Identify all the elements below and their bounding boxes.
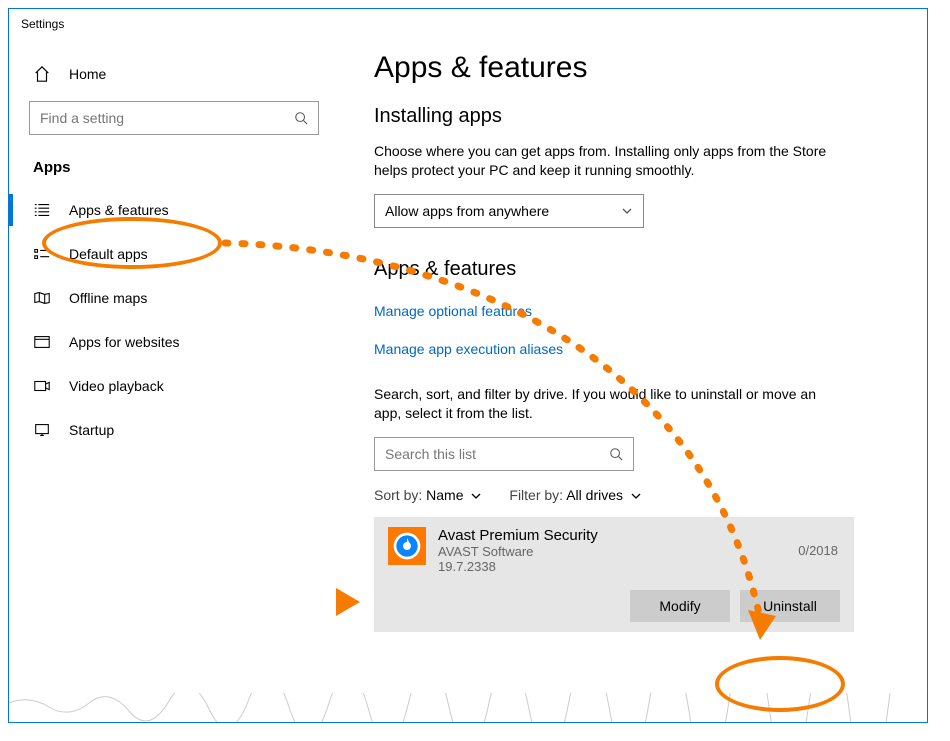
uninstall-button[interactable]: Uninstall <box>740 590 840 622</box>
defaults-icon <box>33 246 51 262</box>
nav-home-label: Home <box>69 66 106 82</box>
app-install-date: 0/2018 <box>798 543 838 558</box>
installing-heading: Installing apps <box>374 105 897 128</box>
app-icon <box>388 527 426 565</box>
app-list-search-input[interactable] <box>385 446 609 462</box>
features-heading: Apps & features <box>374 258 897 281</box>
search-icon <box>294 111 308 125</box>
settings-window: Settings Home Apps Apps & feature <box>8 8 928 723</box>
sidebar-item-video-playback[interactable]: Video playback <box>29 364 334 408</box>
sidebar-item-default-apps[interactable]: Default apps <box>29 232 334 276</box>
installing-desc: Choose where you can get apps from. Inst… <box>374 142 834 180</box>
filter-control[interactable]: Filter by: All drives <box>509 487 641 503</box>
sidebar-item-label: Offline maps <box>69 290 147 306</box>
sidebar-item-apps-websites[interactable]: Apps for websites <box>29 320 334 364</box>
main-panel: Apps & features Installing apps Choose w… <box>334 41 927 722</box>
sidebar-item-label: Apps & features <box>69 202 169 218</box>
features-desc: Search, sort, and filter by drive. If yo… <box>374 385 834 423</box>
app-list-item[interactable]: Avast Premium Security AVAST Software 19… <box>374 517 854 632</box>
startup-icon <box>33 422 51 438</box>
list-icon <box>33 202 51 218</box>
sidebar-item-offline-maps[interactable]: Offline maps <box>29 276 334 320</box>
sidebar: Home Apps Apps & features Default apps <box>9 41 334 722</box>
install-source-dropdown[interactable]: Allow apps from anywhere <box>374 194 644 228</box>
modify-button[interactable]: Modify <box>630 590 730 622</box>
sidebar-item-label: Apps for websites <box>69 334 180 350</box>
window-title: Settings <box>9 9 927 41</box>
sidebar-item-label: Default apps <box>69 246 148 262</box>
dropdown-value: Allow apps from anywhere <box>385 203 549 219</box>
app-name: Avast Premium Security <box>438 527 840 544</box>
sort-control[interactable]: Sort by: Name <box>374 487 481 503</box>
chevron-down-icon <box>621 207 633 215</box>
search-icon <box>609 447 623 461</box>
link-execution-aliases[interactable]: Manage app execution aliases <box>374 341 563 357</box>
link-optional-features[interactable]: Manage optional features <box>374 303 532 319</box>
page-title: Apps & features <box>374 51 897 85</box>
sidebar-item-label: Video playback <box>69 378 164 394</box>
app-version: 19.7.2338 <box>438 559 840 574</box>
sidebar-item-startup[interactable]: Startup <box>29 408 334 452</box>
sidebar-item-apps-features[interactable]: Apps & features <box>29 188 334 232</box>
nav-home[interactable]: Home <box>29 51 334 97</box>
chevron-down-icon <box>471 493 481 500</box>
home-icon <box>33 65 51 83</box>
video-icon <box>33 378 51 394</box>
sort-filter-row: Sort by: Name Filter by: All drives <box>374 487 897 503</box>
chevron-down-icon <box>631 493 641 500</box>
app-publisher: AVAST Software <box>438 544 840 559</box>
websites-icon <box>33 334 51 350</box>
map-icon <box>33 290 51 306</box>
sidebar-heading: Apps <box>29 153 334 188</box>
sidebar-search[interactable] <box>29 101 319 135</box>
app-list-search[interactable] <box>374 437 634 471</box>
sidebar-search-input[interactable] <box>40 110 294 126</box>
sidebar-item-label: Startup <box>69 422 114 438</box>
